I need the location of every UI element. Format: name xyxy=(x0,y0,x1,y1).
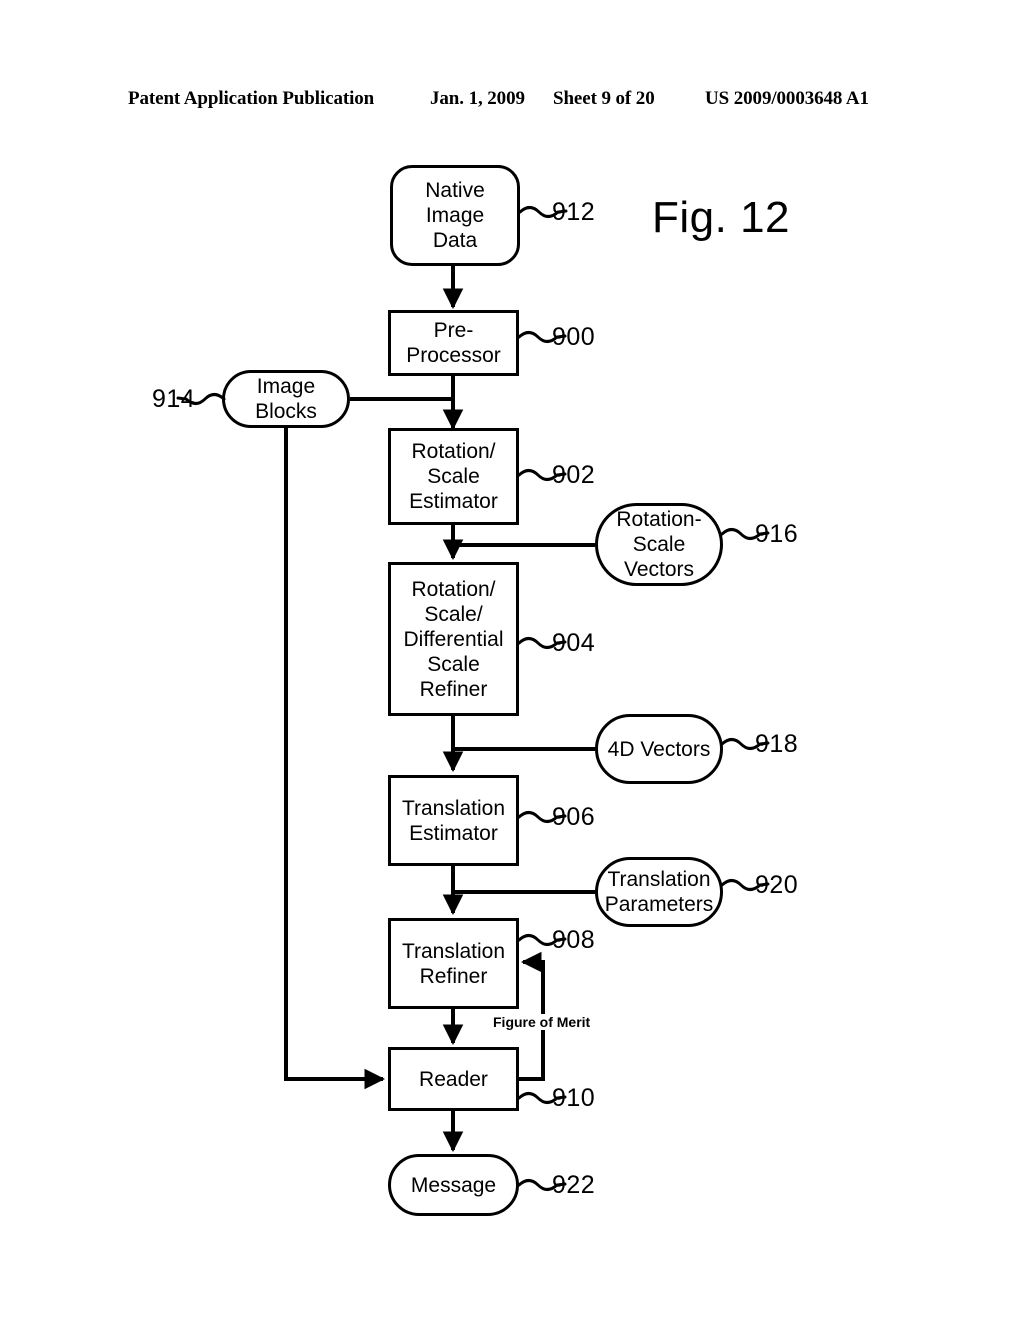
node-translation-estimator[interactable]: Translation Estimator xyxy=(388,775,519,866)
node-rotation-scale-differential-scale-refiner[interactable]: Rotation/ Scale/ Differential Scale Refi… xyxy=(388,562,519,716)
node-label: 4D Vectors xyxy=(607,737,711,761)
node-label: Native Image Data xyxy=(425,179,485,252)
node-4d-vectors[interactable]: 4D Vectors xyxy=(595,714,723,784)
refnum-916: 916 xyxy=(755,520,799,548)
node-label: Image Blocks xyxy=(255,375,317,423)
node-image-blocks[interactable]: Image Blocks xyxy=(222,370,350,428)
refnum-902: 902 xyxy=(552,461,596,489)
flowchart-diagram: Native Image Data Pre- Processor Image B… xyxy=(0,0,1024,1320)
edge-label-figure-of-merit: Figure of Merit xyxy=(491,1014,593,1030)
node-reader[interactable]: Reader xyxy=(388,1047,519,1111)
refnum-906: 906 xyxy=(552,803,596,831)
refnum-908: 908 xyxy=(552,926,596,954)
refnum-904: 904 xyxy=(552,629,596,657)
refnum-918: 918 xyxy=(755,730,799,758)
node-native-image-data[interactable]: Native Image Data xyxy=(390,165,520,266)
node-message[interactable]: Message xyxy=(388,1154,519,1216)
node-label: Translation Estimator xyxy=(401,796,506,845)
refnum-912: 912 xyxy=(552,198,596,226)
refnum-920: 920 xyxy=(755,871,799,899)
node-rotation-scale-estimator[interactable]: Rotation/ Scale Estimator xyxy=(388,428,519,525)
node-label: Message xyxy=(410,1173,497,1197)
node-rotation-scale-vectors[interactable]: Rotation- Scale Vectors xyxy=(595,503,723,586)
node-label: Translation Refiner xyxy=(401,939,506,988)
node-label: Rotation/ Scale/ Differential Scale Refi… xyxy=(403,577,504,701)
node-translation-refiner[interactable]: Translation Refiner xyxy=(388,918,519,1009)
node-label: Rotation/ Scale Estimator xyxy=(409,440,498,513)
refnum-900: 900 xyxy=(552,323,596,351)
refnum-922: 922 xyxy=(552,1171,596,1199)
refnum-914: 914 xyxy=(152,385,196,413)
refnum-910: 910 xyxy=(552,1084,596,1112)
node-label: Translation Parameters xyxy=(604,868,714,916)
node-label: Rotation- Scale Vectors xyxy=(616,508,702,581)
node-pre-processor[interactable]: Pre- Processor xyxy=(388,310,519,376)
node-translation-parameters[interactable]: Translation Parameters xyxy=(595,857,723,927)
node-label: Pre- Processor xyxy=(406,319,501,367)
node-label: Reader xyxy=(419,1067,488,1091)
